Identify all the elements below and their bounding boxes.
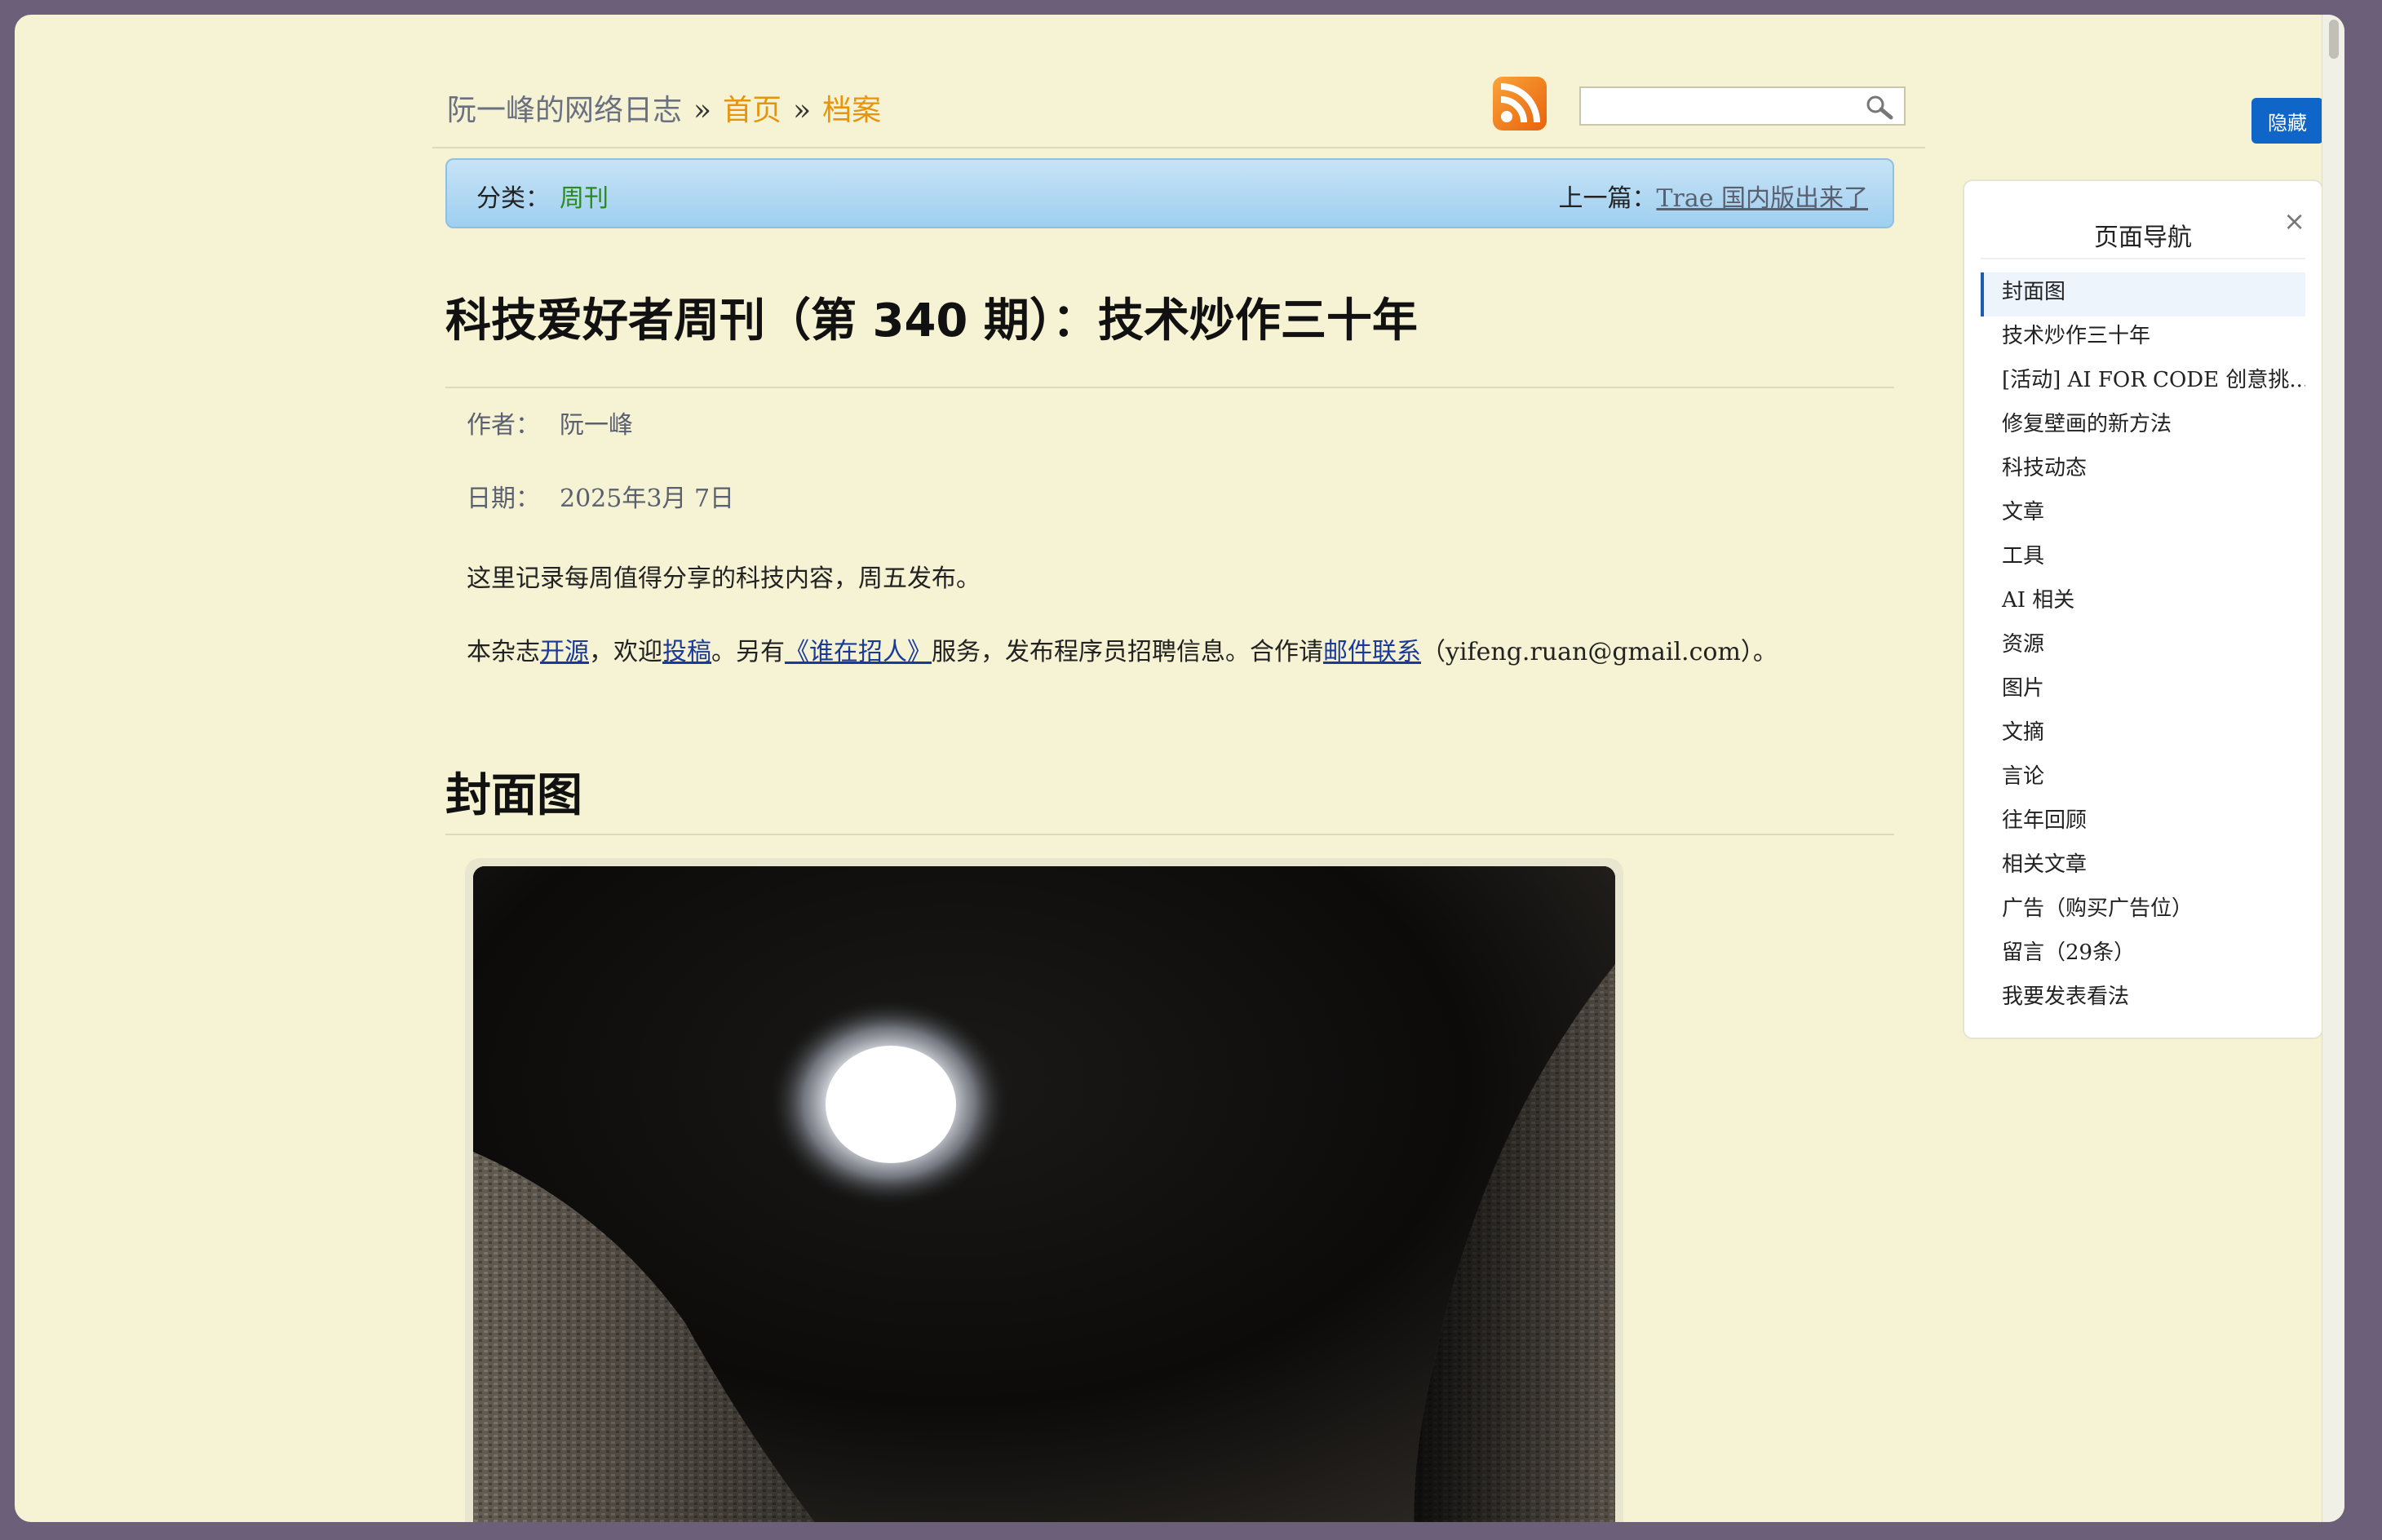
nav-item[interactable]: AI 相关 — [1981, 581, 2305, 625]
text: （yifeng.ruan@gmail.com）。 — [1421, 638, 1778, 666]
scrollbar-thumb[interactable] — [2329, 20, 2339, 59]
info-paragraph: 本杂志开源，欢迎投稿。另有《谁在招人》服务，发布程序员招聘信息。合作请邮件联系（… — [467, 631, 1778, 667]
vertical-scrollbar[interactable] — [2322, 15, 2344, 1522]
nav-item[interactable]: 广告（购买广告位） — [1981, 889, 2305, 933]
nav-item[interactable]: 工具 — [1981, 537, 2305, 581]
intro-paragraph: 这里记录每周值得分享的科技内容，周五发布。 — [467, 564, 981, 593]
category-info: 分类： 周刊 — [476, 178, 609, 214]
article-title: 科技爱好者周刊（第 340 期）：技术炒作三十年 — [445, 294, 1418, 347]
category-bar: 分类： 周刊 上一篇：Trae 国内版出来了 — [445, 158, 1894, 228]
section-heading-cover: 封面图 — [445, 768, 582, 822]
nav-item[interactable]: 我要发表看法 — [1981, 977, 2305, 1021]
page-nav-panel: 页面导航 × 封面图 技术炒作三十年 [活动] AI FOR CODE 创意挑.… — [1963, 179, 2323, 1039]
author-line: 作者： 阮一峰 — [467, 405, 633, 440]
site-header: 阮一峰的网络日志 » 首页 » 档案 — [432, 64, 1925, 148]
publish-date: 2025年3月 7日 — [560, 485, 735, 513]
nav-title: 页面导航 — [2094, 223, 2192, 252]
divider — [1981, 258, 2305, 259]
rss-icon[interactable] — [1493, 77, 1547, 131]
nav-item[interactable]: [活动] AI FOR CODE 创意挑... — [1981, 361, 2305, 405]
breadcrumb: 阮一峰的网络日志 » 首页 » 档案 — [447, 86, 881, 129]
author-name: 阮一峰 — [560, 411, 633, 440]
nav-item[interactable]: 相关文章 — [1981, 845, 2305, 889]
close-icon[interactable]: × — [2283, 206, 2305, 237]
nav-item-cover[interactable]: 封面图 — [1981, 272, 2305, 316]
author-label: 作者： — [467, 411, 540, 440]
text: ，欢迎 — [589, 638, 662, 666]
nav-item[interactable]: 往年回顾 — [1981, 801, 2305, 845]
cover-image — [473, 866, 1615, 1522]
text: 。另有 — [711, 638, 785, 666]
prev-post-label: 上一篇： — [1558, 184, 1657, 213]
jobs-link[interactable]: 《谁在招人》 — [785, 638, 932, 666]
text: 服务，发布程序员招聘信息。合作请 — [932, 638, 1323, 666]
date-label: 日期： — [467, 485, 540, 513]
nav-item[interactable]: 资源 — [1981, 625, 2305, 669]
category-label: 分类： — [476, 184, 550, 213]
email-link[interactable]: 邮件联系 — [1323, 638, 1421, 666]
nav-item[interactable]: 修复壁画的新方法 — [1981, 405, 2305, 449]
prev-post-link[interactable]: Trae 国内版出来了 — [1656, 184, 1868, 213]
prev-post: 上一篇：Trae 国内版出来了 — [1558, 178, 1868, 214]
cover-image-frame — [465, 858, 1623, 1522]
breadcrumb-sep: » — [793, 94, 812, 127]
nav-item[interactable]: 言论 — [1981, 757, 2305, 801]
nav-item[interactable]: 文章 — [1981, 493, 2305, 537]
nav-item[interactable]: 留言（29条） — [1981, 933, 2305, 977]
nav-item[interactable]: 技术炒作三十年 — [1981, 316, 2305, 361]
hide-nav-button[interactable]: 隐藏 — [2251, 98, 2323, 144]
breadcrumb-home-link[interactable]: 首页 — [723, 94, 781, 127]
breadcrumb-archive-link[interactable]: 档案 — [822, 94, 881, 127]
text: 本杂志 — [467, 638, 540, 666]
nav-list: 封面图 技术炒作三十年 [活动] AI FOR CODE 创意挑... 修复壁画… — [1981, 272, 2305, 1021]
nav-item[interactable]: 图片 — [1981, 669, 2305, 713]
open-source-link[interactable]: 开源 — [540, 638, 589, 666]
search-icon[interactable] — [1863, 93, 1896, 122]
divider — [445, 387, 1894, 388]
divider — [445, 834, 1894, 835]
search-input[interactable] — [1579, 86, 1906, 126]
browser-window: 阮一峰的网络日志 » 首页 » 档案 分类： 周刊 上一篇：Trae 国内版出来了 — [15, 15, 2344, 1522]
category-link[interactable]: 周刊 — [560, 184, 609, 213]
submit-link[interactable]: 投稿 — [662, 638, 711, 666]
date-line: 日期： 2025年3月 7日 — [467, 478, 734, 514]
breadcrumb-sep: » — [693, 94, 712, 127]
site-name[interactable]: 阮一峰的网络日志 — [447, 94, 682, 127]
nav-item[interactable]: 科技动态 — [1981, 449, 2305, 493]
nav-item[interactable]: 文摘 — [1981, 713, 2305, 757]
